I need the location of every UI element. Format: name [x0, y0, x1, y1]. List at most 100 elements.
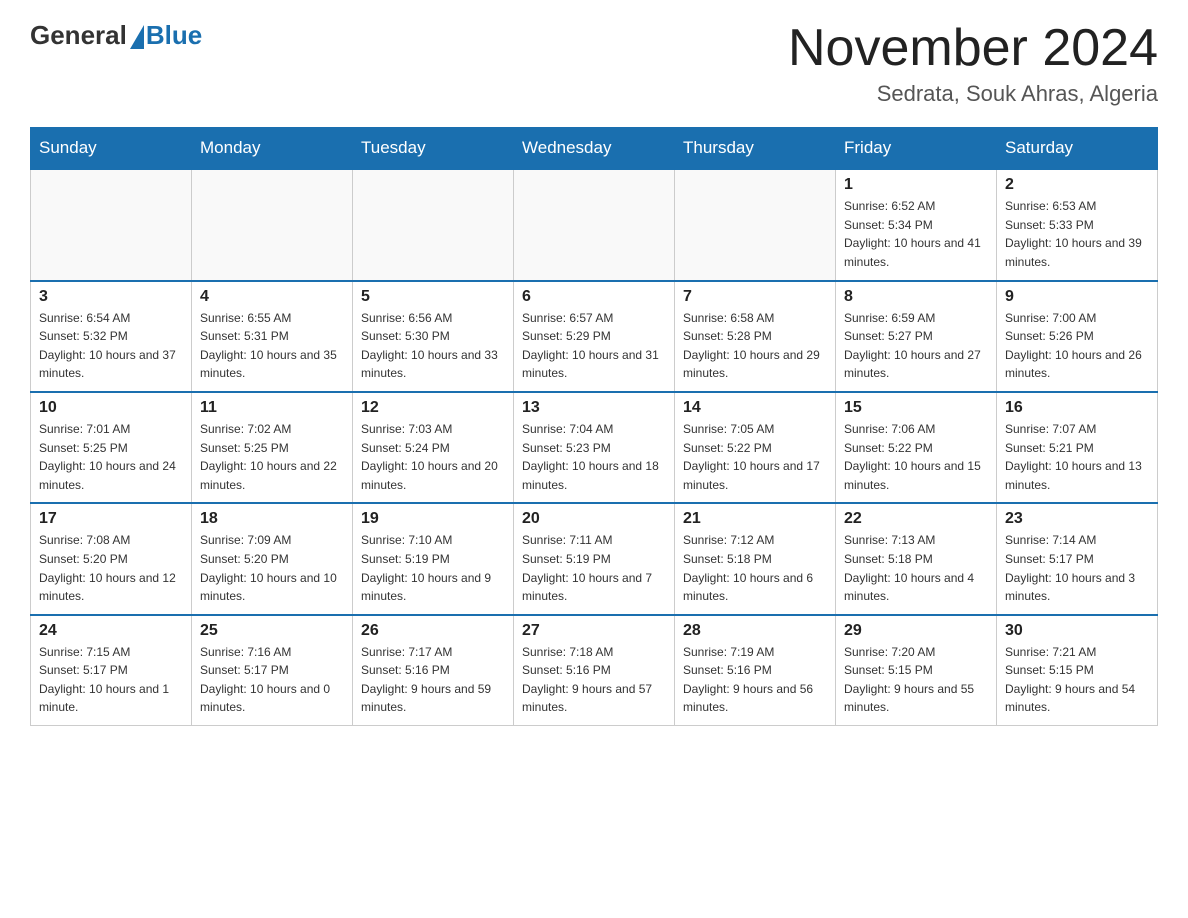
day-number: 1 — [844, 176, 988, 194]
day-number: 16 — [1005, 399, 1149, 417]
day-info: Sunrise: 7:16 AM Sunset: 5:17 PM Dayligh… — [200, 643, 344, 717]
weekday-header-wednesday: Wednesday — [514, 128, 675, 170]
day-number: 29 — [844, 622, 988, 640]
weekday-header-friday: Friday — [836, 128, 997, 170]
location-title: Sedrata, Souk Ahras, Algeria — [788, 81, 1158, 107]
page-header: General Blue November 2024 Sedrata, Souk… — [30, 20, 1158, 107]
day-number: 20 — [522, 510, 666, 528]
day-number: 9 — [1005, 288, 1149, 306]
calendar-cell: 20 Sunrise: 7:11 AM Sunset: 5:19 PM Dayli… — [514, 503, 675, 614]
calendar-cell: 12 Sunrise: 7:03 AM Sunset: 5:24 PM Dayli… — [353, 392, 514, 503]
calendar-cell — [31, 169, 192, 280]
day-info: Sunrise: 6:55 AM Sunset: 5:31 PM Dayligh… — [200, 309, 344, 383]
title-section: November 2024 Sedrata, Souk Ahras, Alger… — [788, 20, 1158, 107]
day-number: 13 — [522, 399, 666, 417]
day-info: Sunrise: 7:14 AM Sunset: 5:17 PM Dayligh… — [1005, 531, 1149, 605]
week-row-5: 24 Sunrise: 7:15 AM Sunset: 5:17 PM Dayli… — [31, 615, 1158, 726]
logo-blue: Blue — [146, 20, 202, 51]
day-number: 11 — [200, 399, 344, 417]
day-number: 18 — [200, 510, 344, 528]
calendar-cell — [514, 169, 675, 280]
logo-general: General — [30, 20, 127, 51]
day-info: Sunrise: 7:08 AM Sunset: 5:20 PM Dayligh… — [39, 531, 183, 605]
calendar-cell: 24 Sunrise: 7:15 AM Sunset: 5:17 PM Dayli… — [31, 615, 192, 726]
day-number: 22 — [844, 510, 988, 528]
calendar-cell: 29 Sunrise: 7:20 AM Sunset: 5:15 PM Dayli… — [836, 615, 997, 726]
week-row-3: 10 Sunrise: 7:01 AM Sunset: 5:25 PM Dayli… — [31, 392, 1158, 503]
calendar-cell: 8Sunrise: 6:59 AM Sunset: 5:27 PM Daylig… — [836, 281, 997, 392]
calendar-cell — [353, 169, 514, 280]
day-info: Sunrise: 6:59 AM Sunset: 5:27 PM Dayligh… — [844, 309, 988, 383]
day-info: Sunrise: 7:10 AM Sunset: 5:19 PM Dayligh… — [361, 531, 505, 605]
calendar-cell: 16Sunrise: 7:07 AM Sunset: 5:21 PM Dayli… — [997, 392, 1158, 503]
day-info: Sunrise: 7:13 AM Sunset: 5:18 PM Dayligh… — [844, 531, 988, 605]
weekday-header-thursday: Thursday — [675, 128, 836, 170]
calendar-header-row: SundayMondayTuesdayWednesdayThursdayFrid… — [31, 128, 1158, 170]
day-info: Sunrise: 6:58 AM Sunset: 5:28 PM Dayligh… — [683, 309, 827, 383]
day-number: 17 — [39, 510, 183, 528]
calendar-cell: 9Sunrise: 7:00 AM Sunset: 5:26 PM Daylig… — [997, 281, 1158, 392]
day-number: 27 — [522, 622, 666, 640]
logo: General Blue — [30, 20, 202, 51]
day-number: 4 — [200, 288, 344, 306]
day-number: 12 — [361, 399, 505, 417]
day-info: Sunrise: 7:05 AM Sunset: 5:22 PM Dayligh… — [683, 420, 827, 494]
day-info: Sunrise: 7:17 AM Sunset: 5:16 PM Dayligh… — [361, 643, 505, 717]
calendar-cell: 5 Sunrise: 6:56 AM Sunset: 5:30 PM Daylig… — [353, 281, 514, 392]
day-number: 14 — [683, 399, 827, 417]
week-row-4: 17 Sunrise: 7:08 AM Sunset: 5:20 PM Dayli… — [31, 503, 1158, 614]
week-row-1: 1 Sunrise: 6:52 AM Sunset: 5:34 PM Daylig… — [31, 169, 1158, 280]
day-number: 24 — [39, 622, 183, 640]
calendar-cell: 28Sunrise: 7:19 AM Sunset: 5:16 PM Dayli… — [675, 615, 836, 726]
calendar-cell: 1 Sunrise: 6:52 AM Sunset: 5:34 PM Daylig… — [836, 169, 997, 280]
calendar-cell: 22 Sunrise: 7:13 AM Sunset: 5:18 PM Dayli… — [836, 503, 997, 614]
day-info: Sunrise: 7:06 AM Sunset: 5:22 PM Dayligh… — [844, 420, 988, 494]
day-info: Sunrise: 6:56 AM Sunset: 5:30 PM Dayligh… — [361, 309, 505, 383]
day-number: 19 — [361, 510, 505, 528]
calendar-cell: 19 Sunrise: 7:10 AM Sunset: 5:19 PM Dayli… — [353, 503, 514, 614]
calendar-cell: 3Sunrise: 6:54 AM Sunset: 5:32 PM Daylig… — [31, 281, 192, 392]
calendar-cell — [192, 169, 353, 280]
calendar-cell: 15 Sunrise: 7:06 AM Sunset: 5:22 PM Dayli… — [836, 392, 997, 503]
calendar-cell: 7 Sunrise: 6:58 AM Sunset: 5:28 PM Daylig… — [675, 281, 836, 392]
calendar-cell: 11 Sunrise: 7:02 AM Sunset: 5:25 PM Dayli… — [192, 392, 353, 503]
calendar-cell: 4 Sunrise: 6:55 AM Sunset: 5:31 PM Daylig… — [192, 281, 353, 392]
day-info: Sunrise: 7:20 AM Sunset: 5:15 PM Dayligh… — [844, 643, 988, 717]
day-info: Sunrise: 7:12 AM Sunset: 5:18 PM Dayligh… — [683, 531, 827, 605]
day-number: 23 — [1005, 510, 1149, 528]
weekday-header-tuesday: Tuesday — [353, 128, 514, 170]
day-info: Sunrise: 7:02 AM Sunset: 5:25 PM Dayligh… — [200, 420, 344, 494]
day-info: Sunrise: 6:54 AM Sunset: 5:32 PM Dayligh… — [39, 309, 183, 383]
day-number: 15 — [844, 399, 988, 417]
day-number: 5 — [361, 288, 505, 306]
day-number: 28 — [683, 622, 827, 640]
calendar-cell: 18Sunrise: 7:09 AM Sunset: 5:20 PM Dayli… — [192, 503, 353, 614]
calendar-cell: 10 Sunrise: 7:01 AM Sunset: 5:25 PM Dayli… — [31, 392, 192, 503]
calendar-cell: 13Sunrise: 7:04 AM Sunset: 5:23 PM Dayli… — [514, 392, 675, 503]
day-number: 25 — [200, 622, 344, 640]
calendar-cell — [675, 169, 836, 280]
calendar-table: SundayMondayTuesdayWednesdayThursdayFrid… — [30, 127, 1158, 726]
calendar-cell: 23 Sunrise: 7:14 AM Sunset: 5:17 PM Dayli… — [997, 503, 1158, 614]
day-info: Sunrise: 7:11 AM Sunset: 5:19 PM Dayligh… — [522, 531, 666, 605]
day-info: Sunrise: 7:15 AM Sunset: 5:17 PM Dayligh… — [39, 643, 183, 717]
calendar-cell: 14 Sunrise: 7:05 AM Sunset: 5:22 PM Dayli… — [675, 392, 836, 503]
weekday-header-monday: Monday — [192, 128, 353, 170]
calendar-cell: 27Sunrise: 7:18 AM Sunset: 5:16 PM Dayli… — [514, 615, 675, 726]
day-info: Sunrise: 7:03 AM Sunset: 5:24 PM Dayligh… — [361, 420, 505, 494]
calendar-cell: 2Sunrise: 6:53 AM Sunset: 5:33 PM Daylig… — [997, 169, 1158, 280]
day-info: Sunrise: 7:01 AM Sunset: 5:25 PM Dayligh… — [39, 420, 183, 494]
day-info: Sunrise: 6:53 AM Sunset: 5:33 PM Dayligh… — [1005, 197, 1149, 271]
day-number: 26 — [361, 622, 505, 640]
day-info: Sunrise: 6:52 AM Sunset: 5:34 PM Dayligh… — [844, 197, 988, 271]
calendar-cell: 30Sunrise: 7:21 AM Sunset: 5:15 PM Dayli… — [997, 615, 1158, 726]
week-row-2: 3Sunrise: 6:54 AM Sunset: 5:32 PM Daylig… — [31, 281, 1158, 392]
day-number: 7 — [683, 288, 827, 306]
day-number: 6 — [522, 288, 666, 306]
logo-triangle-icon — [130, 25, 144, 49]
calendar-cell: 26 Sunrise: 7:17 AM Sunset: 5:16 PM Dayli… — [353, 615, 514, 726]
day-number: 10 — [39, 399, 183, 417]
calendar-cell: 21Sunrise: 7:12 AM Sunset: 5:18 PM Dayli… — [675, 503, 836, 614]
calendar-cell: 6Sunrise: 6:57 AM Sunset: 5:29 PM Daylig… — [514, 281, 675, 392]
calendar-cell: 25 Sunrise: 7:16 AM Sunset: 5:17 PM Dayli… — [192, 615, 353, 726]
